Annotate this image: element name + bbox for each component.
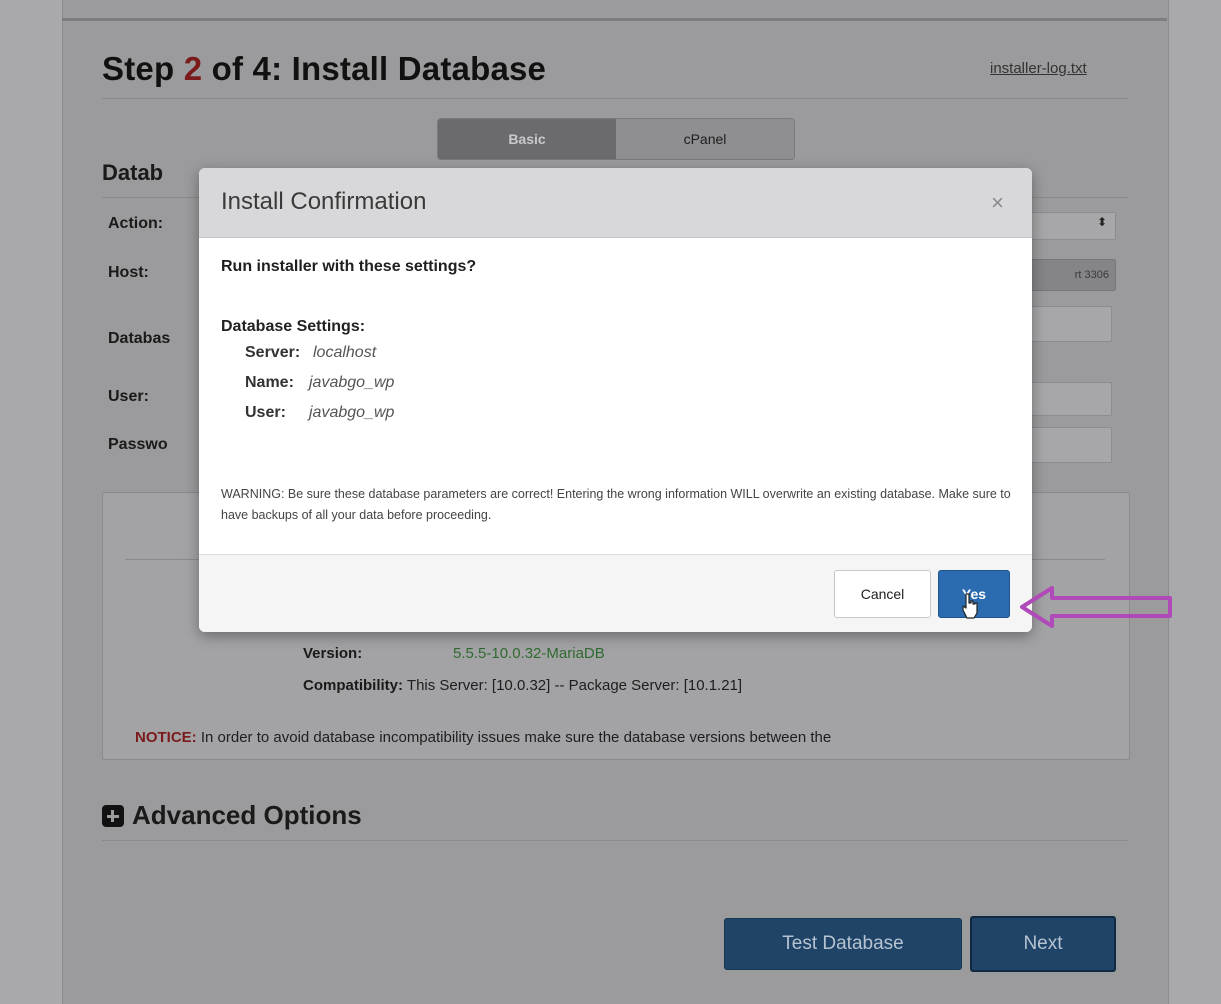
- hand-cursor-icon: [962, 593, 978, 619]
- setting-name-row: Name: javabgo_wp: [245, 374, 394, 392]
- setting-key: Server:: [245, 344, 301, 361]
- confirm-question: Run installer with these settings?: [221, 258, 477, 275]
- version-label: Version:: [303, 645, 363, 662]
- setting-server-row: Server: localhost: [245, 344, 376, 362]
- install-confirmation-modal: Install Confirmation × Run installer wit…: [199, 168, 1032, 632]
- advanced-options-label: Advanced Options: [132, 800, 362, 830]
- compatibility-value: This Server: [10.0.32] -- Package Server…: [406, 677, 743, 694]
- panel-top-border: [62, 18, 1167, 21]
- plus-square-icon: [102, 804, 124, 827]
- setting-key: User:: [245, 404, 286, 421]
- compatibility-row: Compatibility: This Server: [10.0.32] --…: [303, 677, 742, 694]
- tab-cpanel[interactable]: cPanel: [616, 119, 794, 159]
- title-prefix: Step: [102, 50, 184, 87]
- mode-toggle: Basic cPanel: [437, 118, 795, 160]
- select-caret-icon: ⬍: [1096, 215, 1107, 229]
- setting-value: javabgo_wp: [309, 404, 395, 421]
- test-database-button[interactable]: Test Database: [724, 918, 962, 970]
- close-icon[interactable]: ×: [991, 190, 1004, 216]
- setting-value: localhost: [313, 344, 377, 361]
- title-divider: [102, 98, 1128, 99]
- next-button[interactable]: Next: [970, 916, 1116, 972]
- host-label: Host:: [108, 264, 149, 281]
- password-label: Passwo: [108, 436, 168, 453]
- tab-basic[interactable]: Basic: [438, 119, 616, 159]
- notice-text: In order to avoid database incompatibili…: [200, 729, 832, 746]
- advanced-divider: [102, 840, 1128, 841]
- annotation-arrow-icon: [1020, 586, 1172, 628]
- database-settings-heading: Database Settings:: [221, 318, 366, 335]
- advanced-options-toggle[interactable]: Advanced Options: [102, 800, 362, 831]
- warning-text: WARNING: Be sure these database paramete…: [221, 487, 1011, 522]
- setting-user-row: User: javabgo_wp: [245, 404, 394, 422]
- page-title: Step 2 of 4: Install Database: [102, 50, 546, 88]
- title-suffix: of 4: Install Database: [202, 50, 547, 87]
- database-label: Databas: [108, 330, 171, 347]
- version-value: 5.5.5-10.0.32-MariaDB: [453, 645, 605, 662]
- cancel-button[interactable]: Cancel: [834, 570, 931, 618]
- compatibility-label: Compatibility:: [303, 677, 403, 694]
- setting-value: javabgo_wp: [309, 374, 395, 391]
- modal-header: Install Confirmation ×: [199, 168, 1032, 238]
- setting-key: Name:: [245, 374, 294, 391]
- title-step-number: 2: [183, 50, 203, 87]
- port-badge: rt 3306: [1028, 259, 1116, 291]
- action-select[interactable]: ⬍: [1028, 212, 1116, 240]
- modal-title: Install Confirmation: [221, 188, 427, 215]
- database-input[interactable]: [1028, 306, 1112, 342]
- database-setup-heading: Datab: [102, 160, 164, 185]
- notice-label: NOTICE:: [135, 729, 197, 746]
- notice-row: NOTICE: In order to avoid database incom…: [135, 729, 1125, 746]
- user-input[interactable]: [1028, 382, 1112, 416]
- password-input[interactable]: [1028, 427, 1112, 463]
- user-label: User:: [108, 388, 149, 405]
- installer-log-link[interactable]: installer-log.txt: [990, 60, 1087, 77]
- action-label: Action:: [108, 215, 164, 232]
